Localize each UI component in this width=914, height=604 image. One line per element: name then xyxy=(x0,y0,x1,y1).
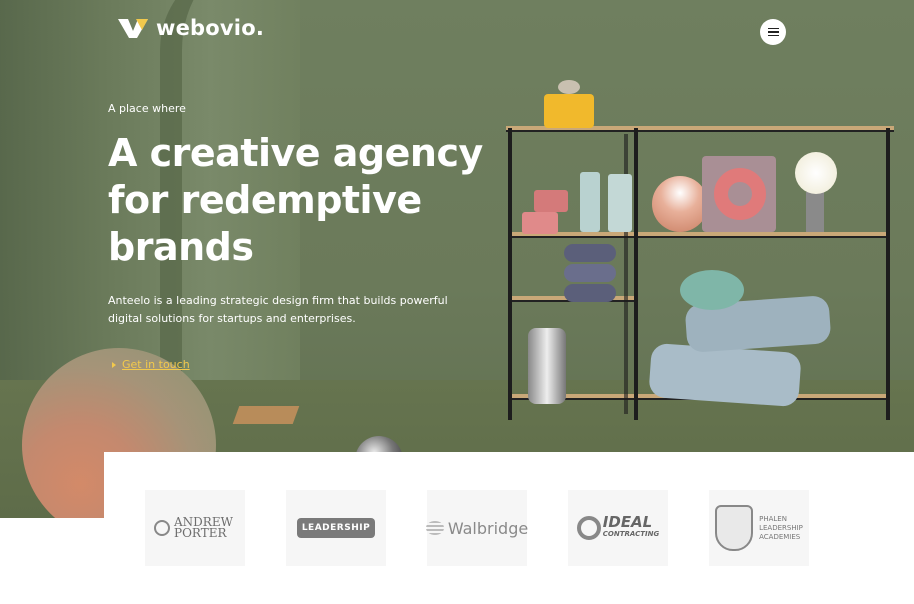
client-name-line: PHALEN xyxy=(759,514,787,523)
menu-button[interactable] xyxy=(760,19,786,45)
stripes-icon xyxy=(425,521,444,535)
client-logo-ideal[interactable]: IDEAL CONTRACTING xyxy=(568,490,668,566)
cta-label: Get in touch xyxy=(122,358,190,371)
lamp-globe-decoration xyxy=(795,152,837,194)
client-logos: ANDREW PORTER LEADERSHIP Walbridge IDEAL… xyxy=(104,452,914,604)
client-logo-andrew-porter[interactable]: ANDREW PORTER xyxy=(145,490,245,566)
client-sub: CONTRACTING xyxy=(602,530,660,538)
hamburger-icon xyxy=(767,27,779,30)
logo-mark-icon xyxy=(118,17,148,39)
play-triangle-icon xyxy=(112,361,116,368)
client-name-line: ACADEMIES xyxy=(759,532,801,541)
pillow-decoration xyxy=(648,342,802,408)
bottle-cap-decoration xyxy=(558,80,580,94)
mint-ring-decoration xyxy=(680,270,744,310)
hero-section: webovio. A place where A creative agency… xyxy=(0,0,914,518)
hero-headline: A creative agency for redemptive brands xyxy=(108,131,483,269)
client-name: ANDREW PORTER xyxy=(174,515,233,540)
disc-stack-decoration xyxy=(564,244,616,262)
donut-decoration xyxy=(714,168,766,220)
pink-jar-decoration xyxy=(534,190,568,212)
brand-logo[interactable]: webovio. xyxy=(118,16,264,40)
client-logo-walbridge[interactable]: Walbridge xyxy=(425,490,529,566)
lamp-stand-decoration xyxy=(806,192,824,232)
yellow-bottle-decoration xyxy=(544,94,594,128)
mint-bottle-decoration xyxy=(608,174,632,232)
get-in-touch-link[interactable]: Get in touch xyxy=(112,358,190,371)
pink-jar-decoration xyxy=(522,212,558,234)
seal-icon xyxy=(154,520,170,536)
client-logo-leadership[interactable]: LEADERSHIP xyxy=(286,490,386,566)
hero-eyebrow: A place where xyxy=(108,102,186,115)
client-name: LEADERSHIP xyxy=(296,518,376,538)
wood-block-decoration xyxy=(232,406,300,424)
client-name-line: LEADERSHIP xyxy=(759,523,803,532)
ring-icon xyxy=(576,516,601,540)
mint-bottle-decoration xyxy=(580,172,600,232)
disc-stack-decoration xyxy=(564,264,616,282)
chrome-flask-decoration xyxy=(528,328,566,404)
disc-stack-decoration xyxy=(564,284,616,302)
client-name: Walbridge xyxy=(447,518,529,538)
orb-decoration xyxy=(652,176,708,232)
brand-name: webovio. xyxy=(156,16,264,40)
client-logo-phalen[interactable]: PHALEN LEADERSHIP ACADEMIES xyxy=(709,490,809,566)
hero-description: Anteelo is a leading strategic design fi… xyxy=(108,294,448,325)
client-name: IDEAL xyxy=(602,513,653,531)
crest-icon xyxy=(715,505,754,551)
